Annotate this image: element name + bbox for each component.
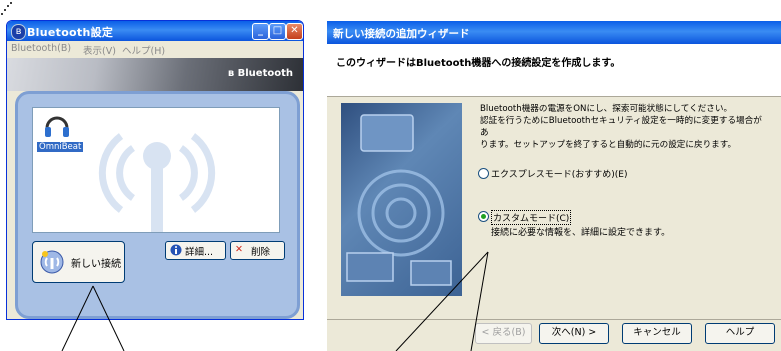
callout-lines [61, 251, 489, 351]
